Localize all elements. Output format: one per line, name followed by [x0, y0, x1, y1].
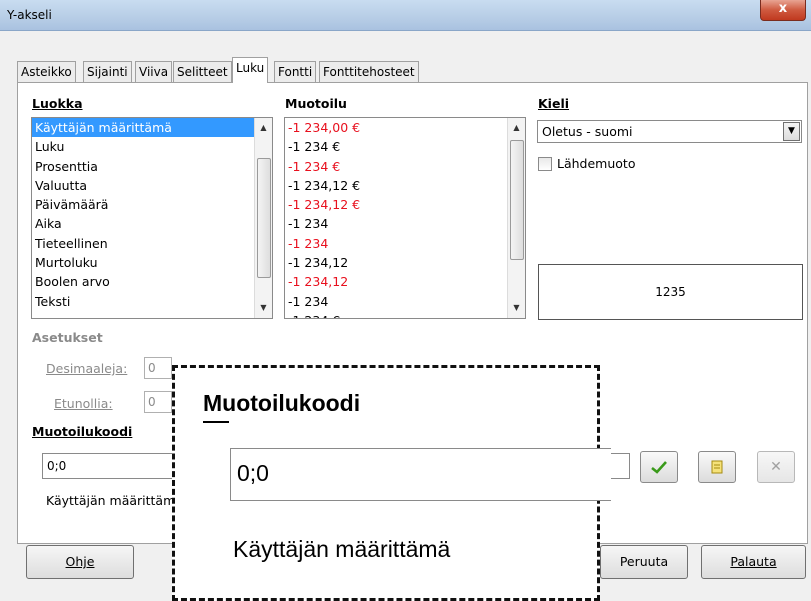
- desimaaleja-field[interactable]: 0: [144, 357, 172, 379]
- etunollia-label: Etunollia:: [54, 396, 113, 411]
- scroll-down-icon[interactable]: ▼: [508, 300, 525, 316]
- palauta-button[interactable]: Palauta: [701, 545, 806, 579]
- palauta-label: Palauta: [730, 554, 777, 569]
- etunollia-field[interactable]: 0: [144, 391, 172, 413]
- zoom-muotoilukoodi-description: Käyttäjän määrittämä: [233, 536, 451, 562]
- asetukset-label: Asetukset: [32, 330, 103, 345]
- zoom-callout: Muotoilukoodi 0;0 Käyttäjän määrittämä: [172, 365, 611, 601]
- tab-fonttitehosteet[interactable]: Fonttitehosteet: [319, 61, 419, 82]
- zoom-muotoilukoodi-input: 0;0: [230, 448, 611, 501]
- tab-luku[interactable]: Luku: [232, 57, 269, 83]
- list-item[interactable]: -1 234 €: [285, 137, 525, 156]
- list-item[interactable]: -1 234 €: [285, 311, 525, 318]
- etunollia-value: 0: [148, 395, 156, 409]
- list-item[interactable]: -1 234: [285, 214, 525, 233]
- scroll-thumb[interactable]: [257, 158, 271, 278]
- zoom-muotoilukoodi-label: Muotoilukoodi: [203, 390, 361, 416]
- muotoilu-list[interactable]: -1 234,00 € -1 234 € -1 234 € -1 234,12 € -1…: [284, 117, 526, 319]
- list-item[interactable]: -1 234,12 €: [285, 195, 525, 214]
- list-item[interactable]: Teksti: [32, 292, 272, 311]
- comment-icon: [711, 460, 723, 474]
- list-item[interactable]: -1 234 €: [285, 157, 525, 176]
- format-preview: 1235: [538, 264, 803, 320]
- x-icon: ✕: [770, 459, 782, 475]
- list-item[interactable]: Päivämäärä: [32, 195, 272, 214]
- scroll-thumb[interactable]: [510, 140, 524, 260]
- list-item[interactable]: Aika: [32, 214, 272, 233]
- luokka-label: Luokka: [32, 96, 83, 111]
- close-button[interactable]: x: [760, 0, 806, 21]
- desimaaleja-label: Desimaaleja:: [46, 361, 128, 376]
- kieli-value: Oletus - suomi: [542, 124, 633, 139]
- list-item[interactable]: Luku: [32, 137, 272, 156]
- list-item[interactable]: -1 234,12: [285, 253, 525, 272]
- peruuta-button[interactable]: Peruuta: [600, 545, 688, 579]
- luokka-list[interactable]: Käyttäjän määrittämä Luku Prosenttia Val…: [31, 117, 273, 319]
- luokka-scrollbar[interactable]: ▲ ▼: [254, 118, 272, 318]
- muotoilukoodi-value: 0;0: [47, 459, 67, 473]
- peruuta-label: Peruuta: [619, 554, 669, 569]
- list-item[interactable]: -1 234,12 €: [285, 176, 525, 195]
- zoom-muotoilukoodi-value: 0;0: [237, 460, 269, 486]
- check-icon: [651, 461, 667, 474]
- remove-code-button[interactable]: ✕: [757, 451, 795, 483]
- zoom-label-underline: [203, 421, 229, 423]
- tab-fontti[interactable]: Fontti: [274, 61, 317, 82]
- scroll-down-icon[interactable]: ▼: [255, 300, 272, 316]
- close-icon: x: [778, 1, 788, 16]
- tab-asteikko[interactable]: Asteikko: [17, 61, 76, 82]
- scroll-up-icon[interactable]: ▲: [255, 120, 272, 136]
- list-item[interactable]: Valuutta: [32, 176, 272, 195]
- ohje-label: Ohje: [65, 554, 95, 569]
- list-item[interactable]: Boolen arvo: [32, 272, 272, 291]
- muotoilukoodi-label: Muotoilukoodi: [32, 424, 133, 439]
- tab-viiva[interactable]: Viiva: [135, 61, 173, 82]
- chevron-down-icon[interactable]: ▼: [783, 122, 800, 141]
- title-bar: Y-akseli x: [0, 0, 811, 31]
- lahdemuoto-label: Lähdemuoto: [557, 156, 636, 171]
- edit-comment-button[interactable]: [698, 451, 736, 483]
- list-item[interactable]: -1 234,00 €: [285, 118, 525, 137]
- muotoilu-scrollbar[interactable]: ▲ ▼: [507, 118, 525, 318]
- list-item[interactable]: -1 234,12: [285, 272, 525, 291]
- list-item[interactable]: Prosenttia: [32, 157, 272, 176]
- scroll-up-icon[interactable]: ▲: [508, 120, 525, 136]
- list-item[interactable]: -1 234: [285, 234, 525, 253]
- tab-selitteet[interactable]: Selitteet: [173, 61, 232, 82]
- window-title: Y-akseli: [7, 8, 52, 22]
- kieli-label: Kieli: [538, 96, 570, 111]
- muotoilukoodi-description: Käyttäjän määrittämä: [46, 493, 183, 508]
- list-item[interactable]: Murtoluku: [32, 253, 272, 272]
- lahdemuoto-checkbox[interactable]: [538, 157, 552, 171]
- tab-sijainti[interactable]: Sijainti: [83, 61, 132, 82]
- muotoilu-label: Muotoilu: [285, 96, 347, 111]
- preview-value: 1235: [655, 285, 686, 299]
- kieli-select[interactable]: Oletus - suomi ▼: [537, 120, 802, 143]
- list-item[interactable]: Tieteellinen: [32, 234, 272, 253]
- desimaaleja-value: 0: [148, 361, 156, 375]
- ohje-button[interactable]: Ohje: [26, 545, 134, 579]
- list-item[interactable]: Käyttäjän määrittämä: [32, 118, 272, 138]
- list-item[interactable]: -1 234: [285, 292, 525, 311]
- accept-code-button[interactable]: [640, 451, 678, 483]
